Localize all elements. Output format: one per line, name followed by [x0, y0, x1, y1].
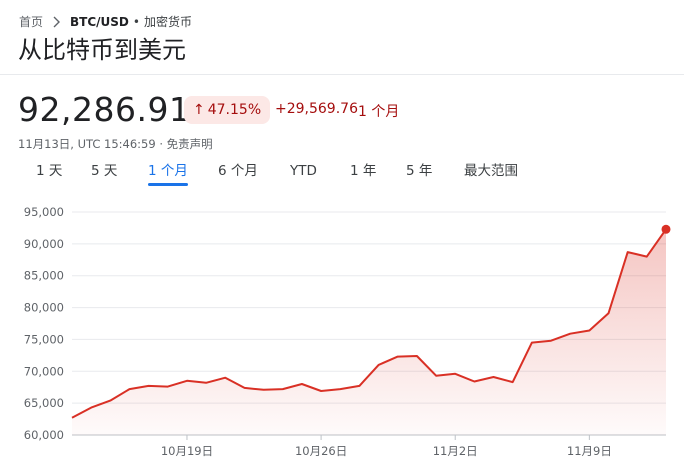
x-tick-label: 11月2日 [433, 444, 478, 458]
current-price: 92,286.91 [18, 90, 191, 129]
percent-change-value: 47.15% [207, 102, 262, 118]
range-tab-5y[interactable]: 5 年 [406, 160, 432, 186]
range-tab-5d[interactable]: 5 天 [91, 160, 117, 186]
page-title: 从比特币到美元 [18, 36, 186, 64]
x-axis-labels: 10月19日 10月26日 11月2日 11月9日 [161, 435, 612, 458]
x-tick-label: 11月9日 [567, 444, 612, 458]
y-tick-label: 80,000 [24, 301, 64, 315]
quote-timestamp-disclaimer[interactable]: 11月13日, UTC 15:46:59 · 免责声明 [18, 136, 213, 152]
last-price-marker [661, 224, 671, 234]
price-chart[interactable]: 95,000 90,000 85,000 80,000 75,000 70,000 65,0… [0, 196, 684, 475]
breadcrumb-category: 加密货币 [143, 15, 192, 29]
breadcrumb-home-link[interactable]: 首页 [19, 13, 43, 30]
header-divider [0, 74, 684, 75]
y-tick-label: 75,000 [24, 332, 64, 346]
y-axis-labels: 95,000 90,000 85,000 80,000 75,000 70,000 65,0… [24, 205, 64, 442]
y-tick-label: 90,000 [24, 237, 64, 251]
range-tab-1y[interactable]: 1 年 [350, 160, 376, 186]
breadcrumb: 首页 BTC/USD • 加密货币 [19, 13, 192, 30]
arrow-up-icon: ↑ [193, 102, 205, 118]
range-tabs: 1 天 5 天 1 个月 6 个月 YTD 1 年 5 年 最大范围 [0, 160, 684, 186]
y-tick-label: 65,000 [24, 396, 64, 410]
range-tab-1d[interactable]: 1 天 [36, 160, 62, 186]
x-tick-label: 10月26日 [295, 444, 347, 458]
y-tick-label: 60,000 [24, 428, 64, 442]
range-tab-ytd[interactable]: YTD [290, 160, 317, 186]
range-tab-max[interactable]: 最大范围 [464, 160, 518, 186]
percent-change-badge: ↑ 47.15% [184, 96, 271, 124]
y-tick-label: 95,000 [24, 205, 64, 219]
chevron-right-icon [53, 16, 61, 27]
breadcrumb-pair: BTC/USD [70, 14, 129, 29]
y-tick-label: 85,000 [24, 269, 64, 283]
x-tick-label: 10月19日 [161, 444, 213, 458]
breadcrumb-separator: • [132, 14, 140, 29]
range-tab-1m[interactable]: 1 个月 [148, 160, 188, 186]
absolute-change: +29,569.76 [275, 101, 358, 117]
change-period: 1 个月 [358, 104, 400, 120]
y-tick-label: 70,000 [24, 364, 64, 378]
range-tab-6m[interactable]: 6 个月 [218, 160, 258, 186]
